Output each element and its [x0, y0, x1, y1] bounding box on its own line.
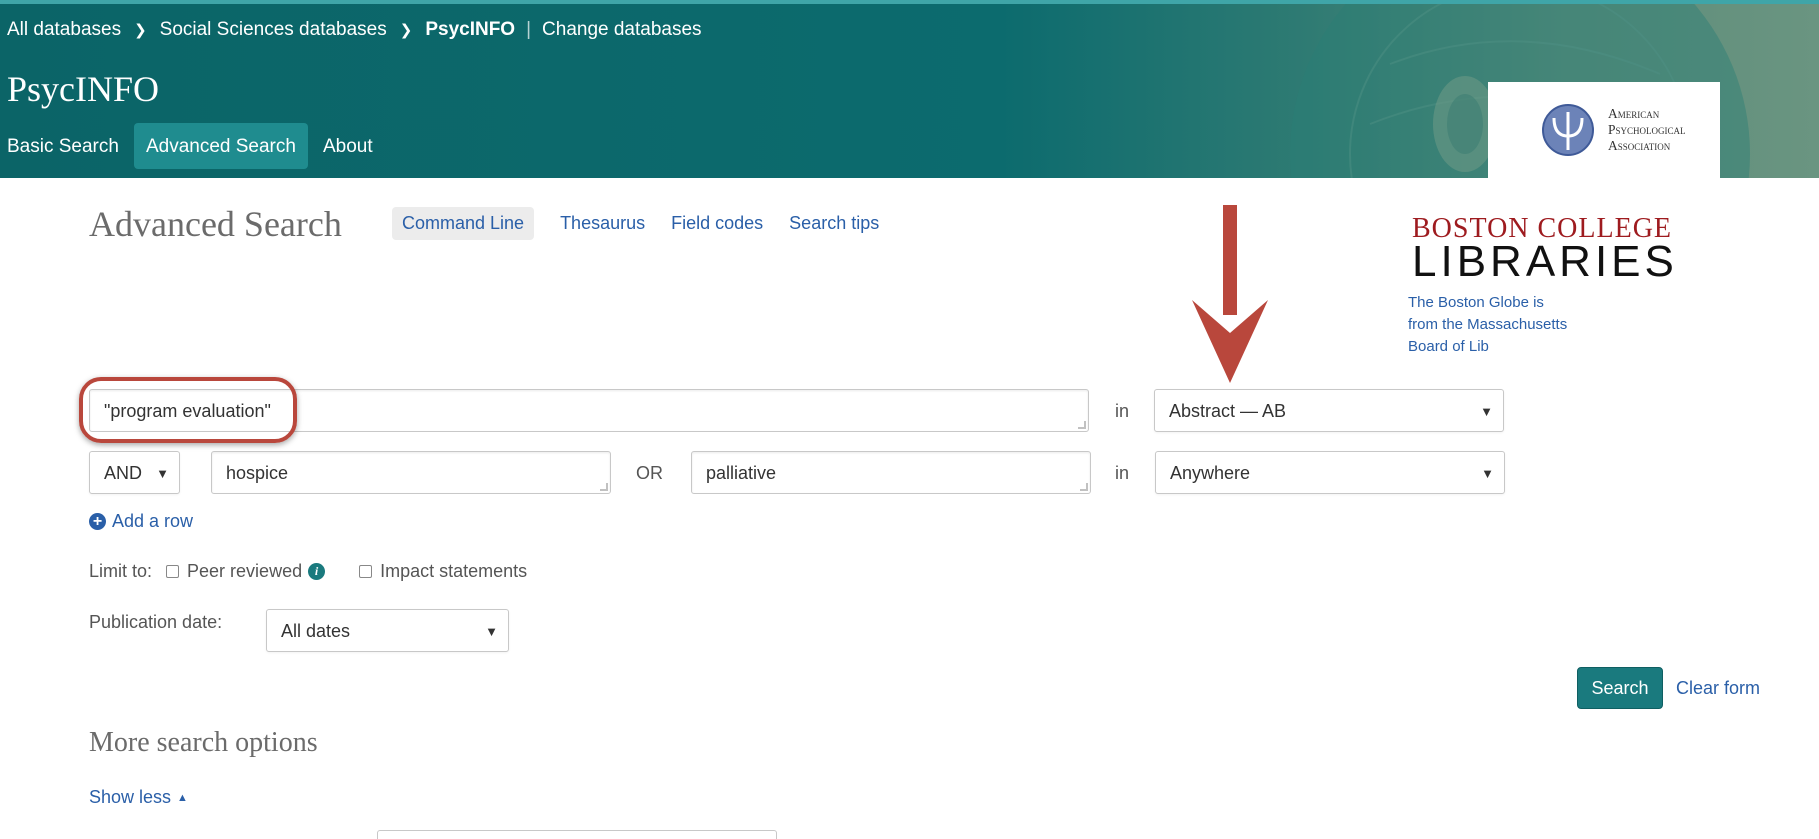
- in-label-2: in: [1115, 463, 1130, 483]
- field-select-1[interactable]: Abstract — AB ▼: [1154, 389, 1504, 432]
- main-nav: Basic Search Advanced Search About: [0, 123, 388, 169]
- search-term-3-value: palliative: [706, 463, 777, 483]
- caret-down-icon: ▼: [485, 624, 498, 639]
- annotation-arrow-icon: [1192, 205, 1268, 383]
- add-row-label: Add a row: [112, 511, 194, 531]
- peer-reviewed-checkbox[interactable]: [166, 565, 180, 578]
- page-title: Advanced Search: [89, 204, 342, 244]
- info-icon[interactable]: i: [308, 563, 326, 580]
- apa-name: American Psychological Association: [1608, 106, 1686, 153]
- in-label-1: in: [1115, 401, 1130, 421]
- search-tips-link[interactable]: Search tips: [789, 213, 879, 234]
- resize-handle-icon: [1080, 483, 1088, 491]
- resize-handle-icon: [1078, 421, 1086, 429]
- library-note-link[interactable]: The Boston Globe is from the Massachuset…: [1408, 292, 1568, 362]
- nav-basic-search[interactable]: Basic Search: [0, 123, 126, 169]
- divider: |: [526, 19, 532, 40]
- impact-statements-label[interactable]: Impact statements: [380, 561, 527, 582]
- plus-circle-icon: +: [89, 513, 106, 530]
- search-toolbar: Command Line Thesaurus Field codes Searc…: [392, 207, 905, 240]
- caret-down-icon: ▼: [1480, 404, 1493, 419]
- more-search-options-heading: More search options: [89, 727, 318, 758]
- publication-date-value: All dates: [281, 621, 351, 641]
- resize-handle-icon: [600, 483, 608, 491]
- show-less-toggle[interactable]: Show less ▲: [89, 787, 188, 808]
- limit-to-label: Limit to:: [89, 561, 153, 581]
- search-button[interactable]: Search: [1577, 667, 1663, 709]
- apa-logo: American Psychological Association: [1488, 82, 1720, 178]
- search-term-3-input[interactable]: palliative: [691, 451, 1091, 494]
- library-logo-line2: LIBRARIES: [1412, 237, 1678, 286]
- annotation-highlight-ring: [79, 377, 297, 443]
- field-select-2[interactable]: Anywhere ▼: [1155, 451, 1505, 494]
- database-title: PsycINFO: [7, 69, 160, 109]
- caret-down-icon: ▼: [1481, 466, 1494, 481]
- caret-down-icon: ▼: [156, 466, 169, 481]
- more-options-field[interactable]: [377, 830, 777, 839]
- search-term-2-value: hospice: [226, 463, 289, 483]
- chevron-right-icon: ❯: [134, 22, 147, 39]
- apa-psi-icon: [1542, 104, 1594, 156]
- field-select-1-value: Abstract — AB: [1169, 401, 1287, 421]
- publication-date-select[interactable]: All dates ▼: [266, 609, 509, 652]
- triangle-up-icon: ▲: [177, 791, 188, 804]
- breadcrumb: All databases ❯ Social Sciences database…: [7, 19, 702, 41]
- change-databases-link[interactable]: Change databases: [542, 19, 702, 41]
- site-header: All databases ❯ Social Sciences database…: [0, 0, 1819, 178]
- field-select-2-value: Anywhere: [1170, 463, 1251, 483]
- clear-form-link[interactable]: Clear form: [1676, 678, 1760, 699]
- thesaurus-link[interactable]: Thesaurus: [560, 213, 645, 234]
- search-term-2-input[interactable]: hospice: [211, 451, 611, 494]
- show-less-label: Show less: [89, 787, 172, 807]
- impact-statements-checkbox[interactable]: [359, 565, 373, 578]
- add-row-link[interactable]: + Add a row: [89, 511, 193, 532]
- boolean-operator-select[interactable]: AND ▼: [89, 451, 180, 494]
- breadcrumb-all-databases[interactable]: All databases: [7, 19, 121, 41]
- breadcrumb-current: PsycINFO: [425, 19, 516, 40]
- chevron-right-icon: ❯: [399, 22, 413, 39]
- peer-reviewed-label[interactable]: Peer reviewed: [187, 561, 302, 582]
- boolean-operator-value: AND: [104, 463, 143, 483]
- or-label: OR: [636, 463, 663, 483]
- publication-date-label: Publication date:: [89, 612, 223, 632]
- nav-advanced-search[interactable]: Advanced Search: [133, 123, 308, 169]
- limit-to-section: Limit to: Peer reviewed i Impact stateme…: [89, 561, 527, 582]
- field-codes-link[interactable]: Field codes: [671, 213, 763, 234]
- command-line-link[interactable]: Command Line: [392, 207, 535, 240]
- nav-about[interactable]: About: [316, 123, 380, 169]
- breadcrumb-social-sciences[interactable]: Social Sciences databases: [160, 19, 387, 41]
- library-logo[interactable]: BOSTON COLLEGE LIBRARIES: [1412, 213, 1678, 286]
